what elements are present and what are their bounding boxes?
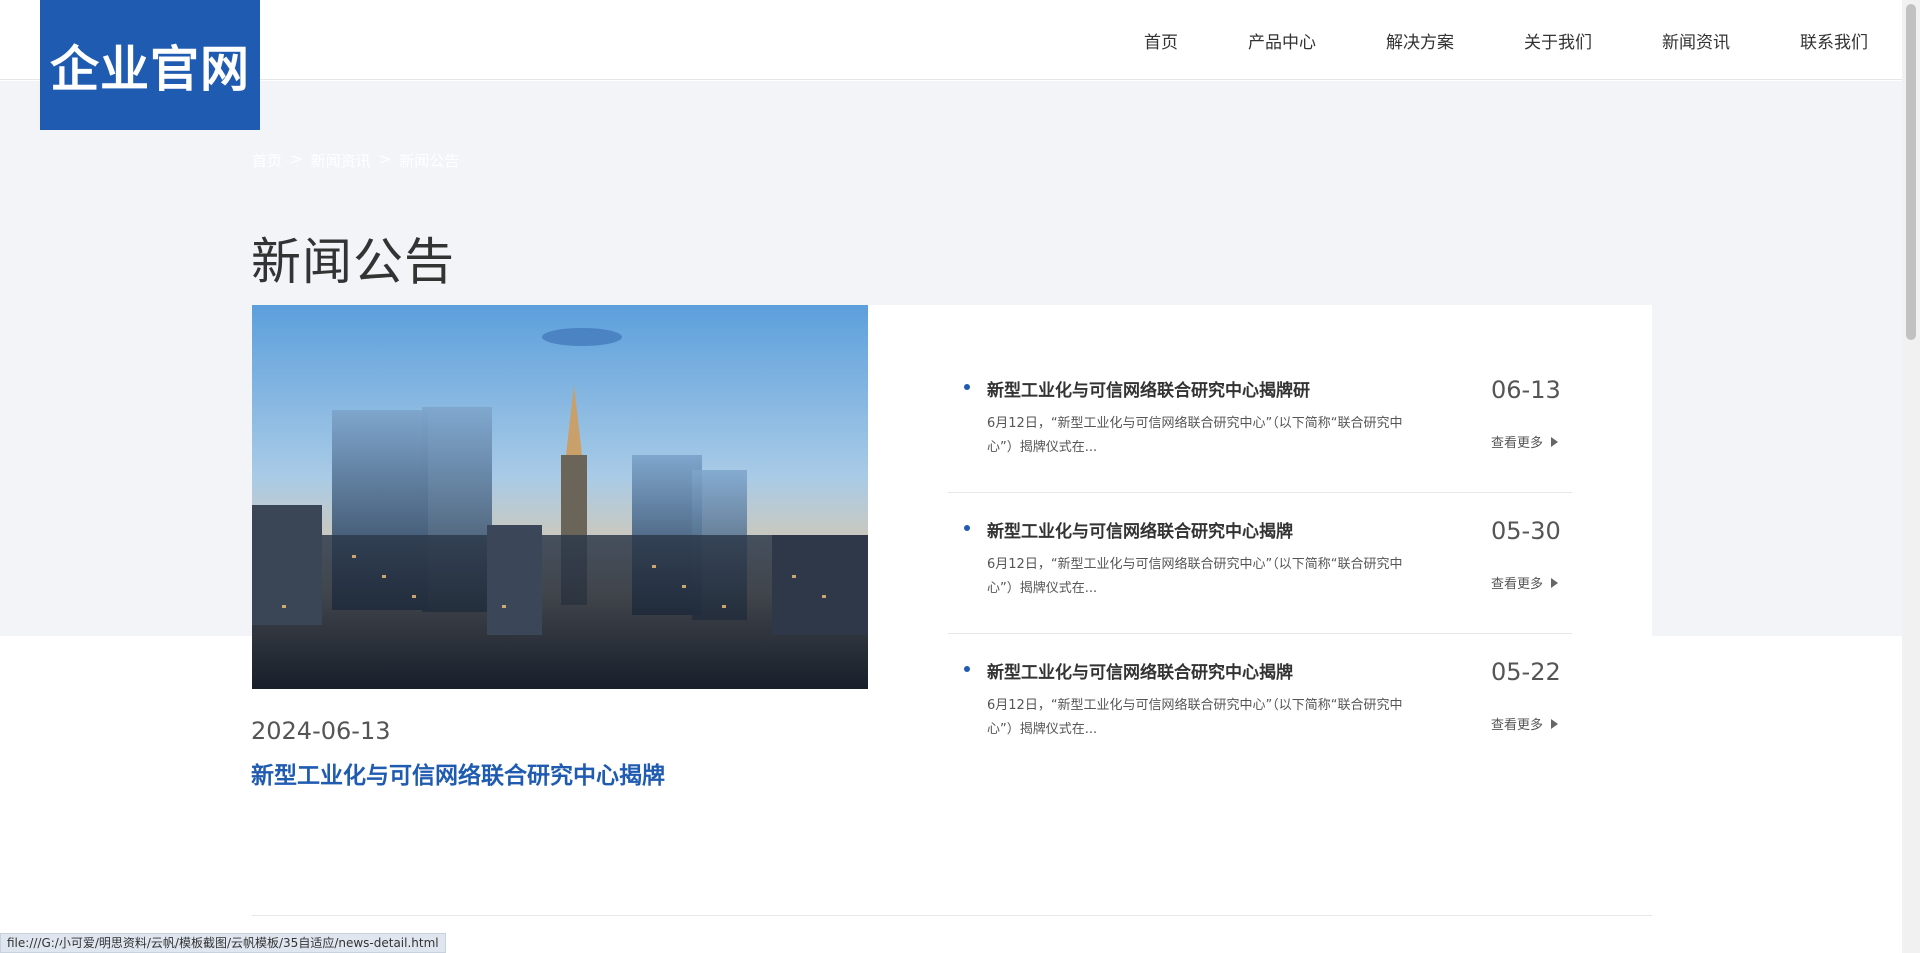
- header: 首页 产品中心 解决方案 关于我们 新闻资讯 联系我们: [0, 0, 1902, 80]
- arrow-right-icon: [1551, 577, 1559, 588]
- news-item[interactable]: 新型工业化与可信网络联合研究中心揭牌研 6月12日，“新型工业化与可信网络联合研…: [948, 352, 1572, 493]
- arrow-right-icon: [1551, 436, 1559, 447]
- news-summary: 6月12日，“新型工业化与可信网络联合研究中心”（以下简称“联合研究中心”）揭牌…: [987, 698, 1403, 737]
- news-title-link[interactable]: 新型工业化与可信网络联合研究中心揭牌: [987, 658, 1293, 683]
- news-summary: 6月12日，“新型工业化与可信网络联合研究中心”（以下简称“联合研究中心”）揭牌…: [987, 416, 1403, 455]
- nav-news[interactable]: 新闻资讯: [1662, 28, 1730, 53]
- news-date: 05-30: [1491, 517, 1561, 545]
- bullet-icon: [964, 525, 970, 531]
- breadcrumb: 首页 > 新闻资讯 > 新闻公告: [252, 150, 459, 171]
- news-title-link[interactable]: 新型工业化与可信网络联合研究中心揭牌研: [987, 376, 1310, 401]
- page-title: 新闻公告: [251, 233, 455, 291]
- nav-about[interactable]: 关于我们: [1524, 28, 1592, 53]
- arrow-right-icon: [1551, 718, 1559, 729]
- site-logo[interactable]: 企业官网: [40, 0, 260, 130]
- view-more-link[interactable]: 查看更多: [1491, 432, 1559, 451]
- view-more-link[interactable]: 查看更多: [1491, 573, 1559, 592]
- news-list: 新型工业化与可信网络联合研究中心揭牌研 6月12日，“新型工业化与可信网络联合研…: [948, 352, 1572, 775]
- view-more-link[interactable]: 查看更多: [1491, 714, 1559, 733]
- breadcrumb-current: 新闻公告: [399, 152, 460, 170]
- scrollbar-thumb[interactable]: [1906, 4, 1916, 340]
- breadcrumb-home[interactable]: 首页: [252, 150, 282, 171]
- news-date: 06-13: [1491, 376, 1561, 404]
- view-more-label: 查看更多: [1491, 718, 1544, 733]
- feature-title-link[interactable]: 新型工业化与可信网络联合研究中心揭牌: [251, 756, 665, 790]
- news-summary: 6月12日，“新型工业化与可信网络联合研究中心”（以下简称“联合研究中心”）揭牌…: [987, 557, 1403, 596]
- nav-products[interactable]: 产品中心: [1248, 28, 1316, 53]
- view-more-label: 查看更多: [1491, 436, 1544, 451]
- city-skyline-image: [252, 305, 868, 689]
- breadcrumb-news[interactable]: 新闻资讯: [311, 150, 371, 171]
- view-more-label: 查看更多: [1491, 577, 1544, 592]
- feature-date: 2024-06-13: [251, 717, 391, 745]
- nav-solutions[interactable]: 解决方案: [1386, 28, 1454, 53]
- news-date: 05-22: [1491, 658, 1561, 686]
- news-item[interactable]: 新型工业化与可信网络联合研究中心揭牌 6月12日，“新型工业化与可信网络联合研究…: [948, 493, 1572, 634]
- nav-contact[interactable]: 联系我们: [1800, 28, 1868, 53]
- breadcrumb-separator: >: [378, 150, 392, 168]
- bullet-icon: [964, 384, 970, 390]
- news-item[interactable]: 新型工业化与可信网络联合研究中心揭牌 6月12日，“新型工业化与可信网络联合研究…: [948, 634, 1572, 775]
- feature-image[interactable]: [252, 305, 868, 689]
- news-title-link[interactable]: 新型工业化与可信网络联合研究中心揭牌: [987, 517, 1293, 542]
- page-scrollbar[interactable]: [1902, 0, 1920, 953]
- section-divider: [252, 915, 1652, 916]
- main-nav: 首页 产品中心 解决方案 关于我们 新闻资讯 联系我们: [1144, 0, 1868, 80]
- bullet-icon: [964, 666, 970, 672]
- breadcrumb-separator: >: [290, 150, 303, 168]
- browser-status-bar: file:///G:/小可爱/明思资料/云帆/模板截图/云帆模板/35自适应/n…: [0, 933, 446, 953]
- page: 首页 产品中心 解决方案 关于我们 新闻资讯 联系我们 企业官网 首页 > 新闻…: [0, 0, 1920, 953]
- nav-home[interactable]: 首页: [1144, 28, 1178, 53]
